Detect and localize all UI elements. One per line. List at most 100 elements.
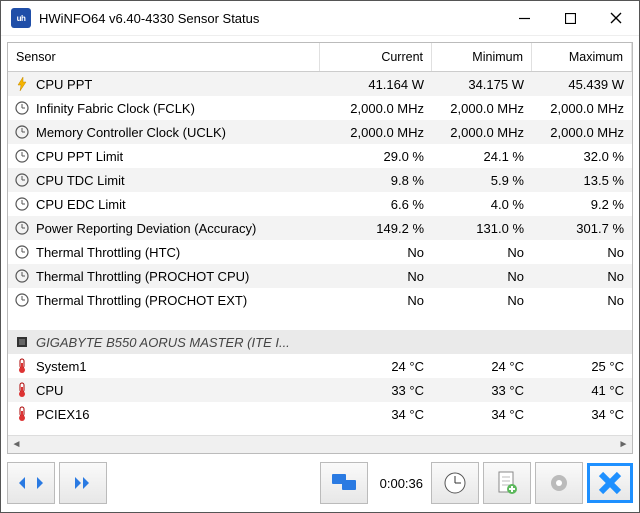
current-value: 9.8 % bbox=[320, 173, 432, 188]
col-sensor[interactable]: Sensor bbox=[8, 43, 320, 71]
table-row[interactable]: Memory Controller Clock (UCLK) 2,000.0 MH… bbox=[8, 120, 632, 144]
maximum-value: 13.5 % bbox=[532, 173, 632, 188]
table-row[interactable]: Infinity Fabric Clock (FCLK) 2,000.0 MHz2… bbox=[8, 96, 632, 120]
sensor-name: PCIEX16 bbox=[36, 407, 89, 422]
maximum-value: 32.0 % bbox=[532, 149, 632, 164]
clock-icon bbox=[14, 100, 30, 116]
minimum-value: 34.175 W bbox=[432, 77, 532, 92]
clock-icon bbox=[14, 148, 30, 164]
maximum-value: 45.439 W bbox=[532, 77, 632, 92]
gear-icon bbox=[546, 470, 572, 496]
minimum-value: 33 °C bbox=[432, 383, 532, 398]
clock-button[interactable] bbox=[431, 462, 479, 504]
current-value: 34 °C bbox=[320, 407, 432, 422]
minimum-value: No bbox=[432, 245, 532, 260]
app-icon: uh bbox=[11, 8, 31, 28]
minimum-value: No bbox=[432, 293, 532, 308]
current-value: 33 °C bbox=[320, 383, 432, 398]
therm-icon bbox=[14, 406, 30, 422]
title-bar: uh HWiNFO64 v6.40-4330 Sensor Status bbox=[1, 1, 639, 36]
maximum-value: 2,000.0 MHz bbox=[532, 101, 632, 116]
nav-forward-button[interactable] bbox=[59, 462, 107, 504]
current-value: 2,000.0 MHz bbox=[320, 125, 432, 140]
clock-icon bbox=[14, 124, 30, 140]
col-minimum[interactable]: Minimum bbox=[432, 43, 532, 71]
table-row[interactable]: CPU PPT Limit29.0 %24.1 %32.0 % bbox=[8, 144, 632, 168]
sensor-name: CPU bbox=[36, 383, 63, 398]
close-button[interactable] bbox=[593, 3, 639, 33]
maximum-value: No bbox=[532, 245, 632, 260]
app-window: uh HWiNFO64 v6.40-4330 Sensor Status Sen… bbox=[0, 0, 640, 513]
maximum-value: No bbox=[532, 269, 632, 284]
sensor-name: CPU PPT bbox=[36, 77, 92, 92]
monitors-icon bbox=[330, 472, 358, 494]
sensor-name: Power Reporting Deviation (Accuracy) bbox=[36, 221, 256, 236]
table-row[interactable]: Thermal Throttling (HTC)NoNoNo bbox=[8, 240, 632, 264]
minimum-value: 34 °C bbox=[432, 407, 532, 422]
maximize-button[interactable] bbox=[547, 3, 593, 33]
document-plus-icon bbox=[495, 470, 519, 496]
minimum-value: 5.9 % bbox=[432, 173, 532, 188]
clock-icon bbox=[14, 268, 30, 284]
minimum-value: 2,000.0 MHz bbox=[432, 101, 532, 116]
elapsed-timer: 0:00:36 bbox=[380, 476, 423, 491]
group-row[interactable]: GIGABYTE B550 AORUS MASTER (ITE I... bbox=[8, 330, 632, 354]
therm-icon bbox=[14, 358, 30, 374]
sensor-name: System1 bbox=[36, 359, 87, 374]
sensor-name: CPU EDC Limit bbox=[36, 197, 126, 212]
table-row[interactable]: PCIEX1634 °C34 °C34 °C bbox=[8, 402, 632, 426]
current-value: 24 °C bbox=[320, 359, 432, 374]
bolt-icon bbox=[14, 76, 30, 92]
table-row[interactable]: CPU TDC Limit 9.8 %5.9 %13.5 % bbox=[8, 168, 632, 192]
window-title: HWiNFO64 v6.40-4330 Sensor Status bbox=[39, 11, 501, 26]
sensor-name: Thermal Throttling (PROCHOT CPU) bbox=[36, 269, 249, 284]
current-value: No bbox=[320, 245, 432, 260]
clock-icon bbox=[14, 220, 30, 236]
log-button[interactable] bbox=[483, 462, 531, 504]
therm-icon bbox=[14, 382, 30, 398]
table-row[interactable]: Thermal Throttling (PROCHOT CPU)NoNoNo bbox=[8, 264, 632, 288]
table-row[interactable]: System124 °C24 °C25 °C bbox=[8, 354, 632, 378]
minimum-value: 2,000.0 MHz bbox=[432, 125, 532, 140]
minimum-value: 24 °C bbox=[432, 359, 532, 374]
minimize-button[interactable] bbox=[501, 3, 547, 33]
settings-button[interactable] bbox=[535, 462, 583, 504]
table-row[interactable]: CPU EDC Limit6.6 %4.0 %9.2 % bbox=[8, 192, 632, 216]
current-value: 6.6 % bbox=[320, 197, 432, 212]
maximum-value: 25 °C bbox=[532, 359, 632, 374]
table-row[interactable]: CPU33 °C33 °C41 °C bbox=[8, 378, 632, 402]
clock-icon bbox=[442, 470, 468, 496]
clock-icon bbox=[14, 292, 30, 308]
column-headers: Sensor Current Minimum Maximum bbox=[8, 43, 632, 72]
maximum-value: 41 °C bbox=[532, 383, 632, 398]
sensor-name: Memory Controller Clock (UCLK) bbox=[36, 125, 226, 140]
clock-icon bbox=[14, 196, 30, 212]
sensor-name: Thermal Throttling (PROCHOT EXT) bbox=[36, 293, 247, 308]
minimum-value: 131.0 % bbox=[432, 221, 532, 236]
scroll-right-icon[interactable]: ► bbox=[615, 436, 632, 453]
table-row[interactable]: CPU PPT 41.164 W34.175 W45.439 W bbox=[8, 72, 632, 96]
current-value: 29.0 % bbox=[320, 149, 432, 164]
col-current[interactable]: Current bbox=[320, 43, 432, 71]
horizontal-scrollbar[interactable]: ◄ ► bbox=[8, 435, 632, 453]
nav-back-button[interactable] bbox=[7, 462, 55, 504]
sensor-name: Thermal Throttling (HTC) bbox=[36, 245, 180, 260]
sensor-name: Infinity Fabric Clock (FCLK) bbox=[36, 101, 195, 116]
table-row[interactable]: Thermal Throttling (PROCHOT EXT)NoNoNo bbox=[8, 288, 632, 312]
maximum-value: No bbox=[532, 293, 632, 308]
arrows-left-right-icon bbox=[17, 473, 45, 493]
maximum-value: 2,000.0 MHz bbox=[532, 125, 632, 140]
group-name: GIGABYTE B550 AORUS MASTER (ITE I... bbox=[36, 335, 290, 350]
maximum-value: 301.7 % bbox=[532, 221, 632, 236]
sensor-name: CPU TDC Limit bbox=[36, 173, 125, 188]
rows-container: CPU PPT 41.164 W34.175 W45.439 W Infinity … bbox=[8, 72, 632, 435]
scroll-left-icon[interactable]: ◄ bbox=[8, 436, 25, 453]
x-icon bbox=[597, 470, 623, 496]
clock-icon bbox=[14, 172, 30, 188]
close-panel-button[interactable] bbox=[587, 463, 633, 503]
current-value: 149.2 % bbox=[320, 221, 432, 236]
col-maximum[interactable]: Maximum bbox=[532, 43, 632, 71]
table-row[interactable]: Power Reporting Deviation (Accuracy) 149.… bbox=[8, 216, 632, 240]
current-value: 41.164 W bbox=[320, 77, 432, 92]
remote-button[interactable] bbox=[320, 462, 368, 504]
